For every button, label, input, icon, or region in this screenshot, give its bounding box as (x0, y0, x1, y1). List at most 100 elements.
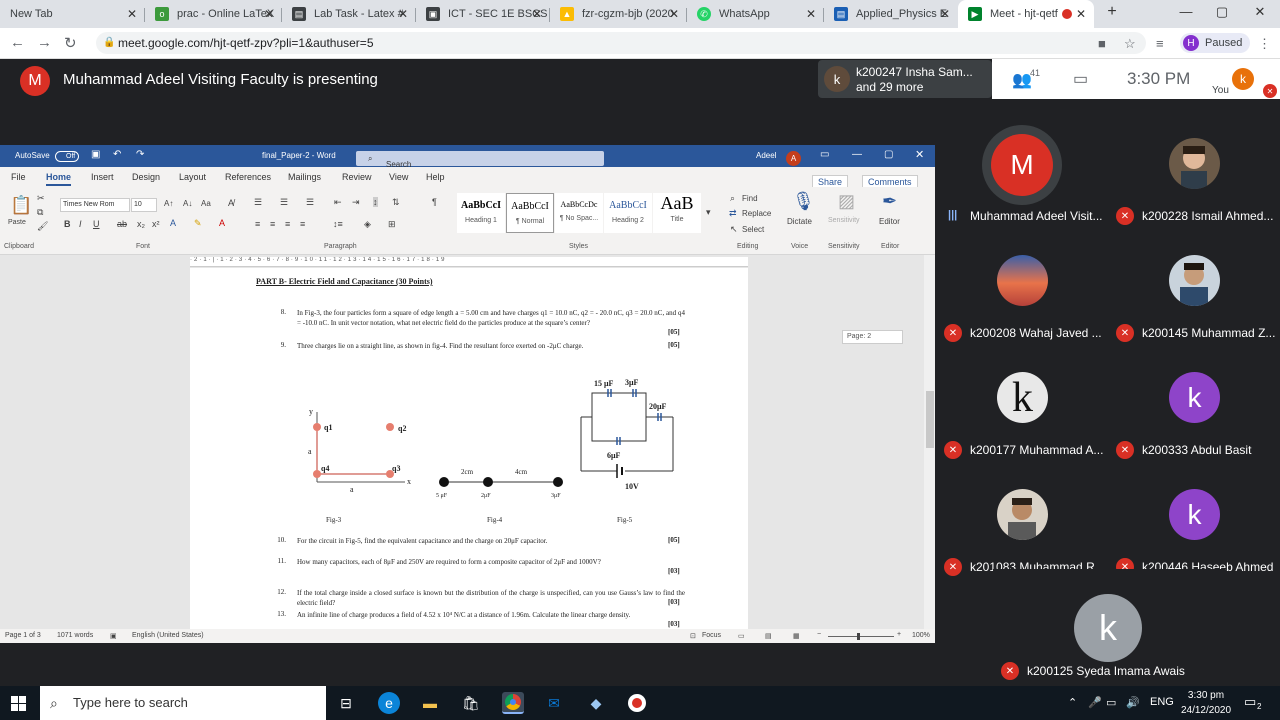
redo-icon[interactable]: ↷ (136, 149, 144, 160)
find-label[interactable]: Find (742, 194, 758, 203)
participant-tile[interactable]: k ✕ k200177 Muhammad A... (936, 349, 1108, 466)
minimize-icon[interactable]: — (1176, 4, 1196, 19)
focus-icon[interactable]: ⊡ (690, 632, 696, 640)
reload-icon[interactable]: ↻ (64, 34, 77, 52)
strikethrough-icon[interactable]: ab (117, 219, 127, 229)
shrink-font-icon[interactable]: A↓ (183, 199, 192, 208)
word-search-box[interactable]: ⌕ Search (356, 151, 604, 169)
url-field[interactable]: 🔒 meet.google.com/hjt-qetf-zpv?pli=1&aut… (96, 32, 1146, 54)
forward-icon[interactable]: → (37, 34, 52, 51)
horizontal-ruler[interactable]: ·2·1·|·1·2·3·4·5·6·7·8·9·10·11·12·13·14·… (190, 257, 748, 267)
participant-tile[interactable]: k ✕ k200333 Abdul Basit (1108, 349, 1280, 466)
style-title[interactable]: AaB Title (653, 193, 701, 233)
participant-tile[interactable]: M ||| Muhammad Adeel Visit... (936, 115, 1108, 232)
tray-mic-icon[interactable]: 🎤 (1088, 696, 1102, 709)
browser-tab[interactable]: ▣ ICT - SEC 1E BSCS ✕ (416, 0, 550, 28)
zoom-out-icon[interactable]: − (817, 631, 821, 638)
participant-tile[interactable]: ✕ k200228 Ismail Ahmed... (1108, 115, 1280, 232)
close-tab-icon[interactable]: ✕ (938, 7, 952, 21)
close-window-icon[interactable]: ✕ (1250, 4, 1270, 20)
tab-design[interactable]: Design (132, 172, 160, 182)
zoom-slider[interactable] (828, 636, 894, 637)
volume-icon[interactable]: 🔊 (1126, 696, 1140, 709)
participant-tile[interactable]: k ✕ k200446 Haseeb Ahmed (1108, 466, 1280, 583)
copy-icon[interactable]: ⧉ (37, 207, 43, 218)
status-zoom[interactable]: 100% (912, 632, 930, 639)
file-explorer-icon[interactable]: ▬ (419, 692, 441, 714)
bold-icon[interactable]: B (64, 219, 71, 229)
text-effects-icon[interactable]: A (170, 218, 176, 228)
recorder-icon[interactable] (626, 692, 648, 714)
reading-list-icon[interactable]: ≡ (1156, 36, 1164, 51)
tab-home[interactable]: Home (46, 172, 72, 186)
subscript-icon[interactable]: x₂ (137, 219, 145, 229)
tab-insert[interactable]: Insert (91, 172, 114, 182)
maximize-icon[interactable]: ▢ (1212, 4, 1232, 20)
paste-icon[interactable]: 📋 (10, 195, 32, 216)
editor-icon[interactable]: ✒ (882, 191, 897, 212)
font-color-icon[interactable]: A (219, 218, 225, 228)
mail-icon[interactable]: ✉ (543, 692, 565, 714)
borders-icon[interactable]: ⊞ (388, 219, 396, 230)
styles-scroll-icon[interactable]: ▾ (706, 207, 711, 218)
back-icon[interactable]: ← (10, 34, 25, 51)
find-icon[interactable]: ⌕ (730, 193, 735, 204)
people-icon[interactable]: 👥 (1012, 70, 1032, 90)
shading-icon[interactable]: ◈ (364, 219, 371, 230)
replace-label[interactable]: Replace (742, 209, 771, 218)
increase-indent-icon[interactable]: ⇥ (352, 197, 360, 208)
sort-az-icon[interactable]: ⇅ (392, 197, 400, 208)
menu-kebab-icon[interactable]: ⋮ (1258, 36, 1271, 52)
browser-tab[interactable]: ▤ Lab Task - Latex # ✕ (282, 0, 416, 28)
browser-tab[interactable]: New Tab ✕ (0, 0, 145, 28)
participant-tile[interactable]: ✕ k201083 Muhammad R... (936, 466, 1108, 583)
language-indicator[interactable]: ENG (1150, 696, 1174, 708)
browser-tab[interactable]: o prac - Online LaTeX ✕ (145, 0, 282, 28)
tab-review[interactable]: Review (342, 172, 372, 182)
participant-tile[interactable]: ✕ k200208 Wahaj Javed ... (936, 232, 1108, 349)
read-mode-icon[interactable]: ▭ (738, 632, 745, 640)
line-spacing-icon[interactable]: ↕≡ (333, 219, 343, 229)
bullets-icon[interactable]: ☰ (254, 197, 262, 208)
browser-tab[interactable]: ▤ Applied_Physics E ✕ (824, 0, 958, 28)
zoom-in-icon[interactable]: + (897, 631, 901, 638)
close-tab-icon[interactable]: ✕ (804, 7, 818, 21)
participant-tile[interactable]: k ✕ k200125 Syeda Imama Awais (993, 569, 1225, 686)
autosave-toggle[interactable]: Off (55, 151, 79, 162)
user-avatar[interactable]: A (786, 151, 801, 166)
style-heading-1[interactable]: AaBbCcI Heading 1 (457, 193, 505, 233)
pinned-app-icon[interactable]: ◆ (585, 692, 607, 714)
decrease-indent-icon[interactable]: ⇤ (334, 197, 342, 208)
microphone-icon[interactable]: 🎙 (792, 191, 815, 212)
chrome-icon[interactable] (502, 692, 524, 714)
dictate-label[interactable]: Dictate (787, 217, 812, 226)
status-language[interactable]: English (United States) (132, 632, 204, 639)
style-heading-2[interactable]: AaBbCcI Heading 2 (604, 193, 652, 233)
pilcrow-icon[interactable]: ¶ (432, 197, 437, 207)
editor-label[interactable]: Editor (879, 217, 900, 226)
align-left-icon[interactable]: ≡ (255, 219, 260, 229)
align-right-icon[interactable]: ≡ (285, 219, 290, 229)
close-tab-icon[interactable]: ✕ (125, 7, 139, 21)
save-icon[interactable]: ▣ (91, 149, 100, 160)
taskbar-clock[interactable]: 3:30 pm 24/12/2020 (1178, 688, 1234, 718)
zoom-slider-thumb[interactable] (857, 633, 860, 640)
windows-start-icon[interactable] (11, 696, 27, 712)
chat-icon[interactable]: ▭ (1073, 69, 1088, 89)
store-icon[interactable]: 🛍 (460, 692, 482, 714)
tray-overflow-icon[interactable]: ⌃ (1068, 696, 1077, 709)
close-tab-icon[interactable]: ✕ (262, 7, 276, 21)
font-size-select[interactable]: 10 (131, 198, 157, 212)
highlight-icon[interactable]: ✎ (194, 218, 202, 229)
tab-mailings[interactable]: Mailings (288, 172, 321, 182)
browser-tab[interactable]: ✆ WhatsApp ✕ (687, 0, 824, 28)
status-focus[interactable]: Focus (702, 632, 721, 639)
tab-help[interactable]: Help (426, 172, 445, 182)
bookmark-star-icon[interactable]: ☆ (1124, 36, 1136, 52)
select-label[interactable]: Select (742, 225, 764, 234)
style-normal[interactable]: AaBbCcI ¶ Normal (506, 193, 554, 233)
font-name-select[interactable]: Times New Rom (60, 198, 130, 212)
edge-icon[interactable]: e (378, 692, 400, 714)
document-area[interactable]: ·2·1·|·1·2·3·4·5·6·7·8·9·10·11·12·13·14·… (0, 255, 935, 629)
participant-tile[interactable]: ✕ k200145 Muhammad Z... (1108, 232, 1280, 349)
